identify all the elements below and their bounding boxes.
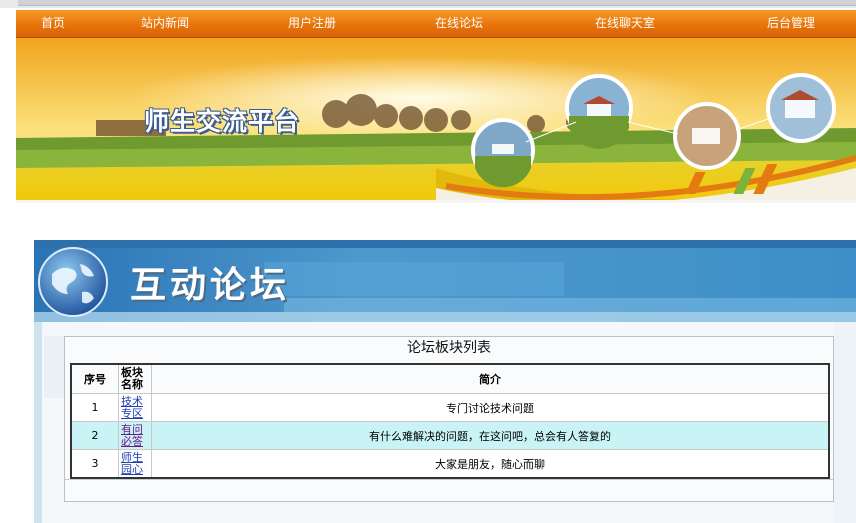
board-list-panel: 论坛板块列表 序号 板块名称 简介 1 技术专区 专门讨论技术问题 2 有问必答… <box>64 336 834 502</box>
header-number: 序号 <box>70 363 119 394</box>
site-banner: 师生交流平台 <box>16 38 856 200</box>
board-table: 序号 板块名称 简介 1 技术专区 专门讨论技术问题 2 有问必答 有什么难解决… <box>70 363 830 479</box>
banner-divider <box>16 200 856 203</box>
table-row: 3 师生园心 大家是朋友，随心而聊 <box>70 449 830 479</box>
row-number: 3 <box>70 449 119 479</box>
row-board-name-cell: 技术专区 <box>118 393 152 422</box>
nav-register[interactable]: 用户注册 <box>288 10 336 37</box>
nav-admin[interactable]: 后台管理 <box>767 10 815 37</box>
browser-top-strip <box>0 0 856 8</box>
row-number: 1 <box>70 393 119 422</box>
row-board-name-cell: 师生园心 <box>118 449 152 479</box>
forum-title: 互动论坛 <box>130 264 291 306</box>
left-border <box>34 322 42 523</box>
table-header-row: 序号 板块名称 简介 <box>70 363 830 394</box>
panel-footer-line <box>65 479 833 480</box>
table-row: 1 技术专区 专门讨论技术问题 <box>70 393 830 422</box>
header-description: 简介 <box>151 363 830 394</box>
row-description: 专门讨论技术问题 <box>151 393 830 422</box>
forum-header: 互动论坛 <box>34 240 856 322</box>
row-description: 大家是朋友，随心而聊 <box>151 449 830 479</box>
right-margin <box>834 322 856 523</box>
board-list-title: 论坛板块列表 <box>407 340 491 356</box>
banner-landscape-image <box>16 38 856 200</box>
row-number: 2 <box>70 421 119 450</box>
row-board-name-cell: 有问必答 <box>118 421 152 450</box>
nav-home[interactable]: 首页 <box>41 10 65 37</box>
board-link[interactable]: 师生园心 <box>121 451 143 476</box>
board-link[interactable]: 技术专区 <box>121 395 143 420</box>
scrollbar-track[interactable] <box>18 0 856 6</box>
banner-title: 师生交流平台 <box>144 107 301 136</box>
table-row: 2 有问必答 有什么难解决的问题，在这问吧，总会有人答复的 <box>70 421 830 450</box>
board-link[interactable]: 有问必答 <box>121 423 143 448</box>
nav-forum[interactable]: 在线论坛 <box>435 10 483 37</box>
row-description: 有什么难解决的问题，在这问吧，总会有人答复的 <box>151 421 830 450</box>
main-nav: 首页 站内新闻 用户注册 在线论坛 在线聊天室 后台管理 <box>16 10 856 39</box>
nav-chatroom[interactable]: 在线聊天室 <box>595 10 655 37</box>
header-board-name: 板块名称 <box>118 363 152 394</box>
nav-news[interactable]: 站内新闻 <box>141 10 189 37</box>
